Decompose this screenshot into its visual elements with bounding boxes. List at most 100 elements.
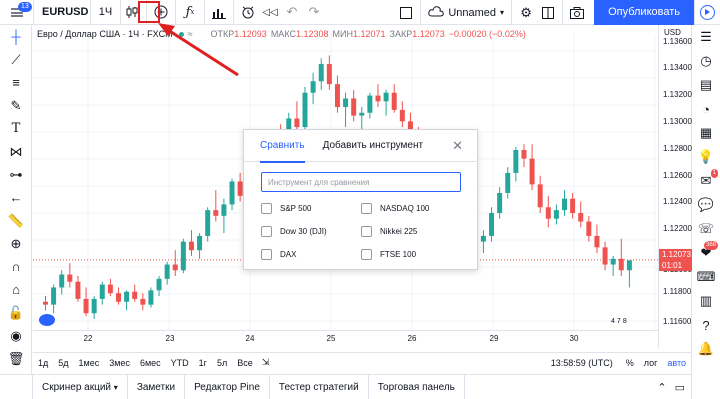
tab-notes[interactable]: Заметки — [128, 374, 186, 399]
compare-symbol-input[interactable] — [261, 172, 461, 192]
ruler-icon[interactable]: 📏 — [0, 209, 32, 232]
checkbox-dax[interactable]: DAX — [261, 249, 296, 260]
time-axis[interactable]: 22 23 24 25 26 29 30 — [33, 330, 658, 348]
prediction-icon[interactable]: ⊶ — [0, 163, 32, 186]
brush-icon[interactable]: ✎ — [0, 94, 32, 117]
checkbox[interactable] — [361, 203, 372, 214]
crosshair-icon[interactable]: ┼ — [0, 25, 32, 48]
range-1m[interactable]: 1мес — [74, 358, 105, 368]
collapse-panel-icon[interactable]: ⌃ — [657, 381, 666, 394]
toolbar-separator — [562, 0, 564, 25]
range-5y[interactable]: 5л — [212, 358, 232, 368]
back-arrow-icon[interactable]: ← — [0, 186, 32, 209]
financials-icon[interactable] — [208, 0, 230, 25]
candle-body — [172, 264, 178, 271]
chevron-down-icon: ▾ — [113, 382, 118, 392]
unlock-icon[interactable]: 🔓 — [0, 301, 32, 324]
pattern-icon[interactable]: ⋈ — [0, 140, 32, 163]
symbol-search-button[interactable]: EURUSD — [34, 0, 91, 25]
settings-gear-icon[interactable]: ⚙ — [515, 0, 537, 25]
help-icon[interactable]: ? — [692, 313, 720, 337]
top-toolbar: 13 EURUSD 1Ч ƒx ◁◁ ↶ ↷ Unnamed ▾ ⚙ Опубл… — [0, 0, 720, 25]
main-menu-button[interactable]: 13 — [0, 0, 34, 25]
auto-scale-toggle[interactable]: авто — [662, 358, 691, 368]
range-all[interactable]: Все — [232, 358, 258, 368]
checkbox[interactable] — [361, 226, 372, 237]
candle-body — [594, 235, 600, 248]
lightbulb-icon[interactable]: 💡 — [692, 145, 720, 169]
text-icon[interactable]: T — [0, 117, 32, 140]
checkbox[interactable] — [261, 249, 272, 260]
log-toggle[interactable]: лог — [639, 358, 663, 368]
hotlist-icon[interactable]: ◔ — [692, 97, 720, 121]
range-ytd[interactable]: YTD — [166, 358, 194, 368]
interval-button[interactable]: 1Ч — [91, 0, 121, 25]
eye-icon[interactable]: ◉ — [0, 324, 32, 347]
checkbox-nikkei225[interactable]: Nikkei 225 — [361, 226, 417, 237]
checkbox-ftse100[interactable]: FTSE 100 — [361, 249, 416, 260]
publish-button[interactable]: Опубликовать — [594, 0, 694, 25]
data-window-icon[interactable]: ▤ — [692, 73, 720, 97]
alerts-clock-icon[interactable]: ◷ — [692, 49, 720, 73]
tab-stock-screener[interactable]: Скринер акций ▾ — [32, 374, 128, 399]
wave-icon: ≈ — [187, 29, 193, 39]
candle-body — [205, 210, 211, 236]
range-1y[interactable]: 1г — [194, 358, 212, 368]
tab-strategy-tester[interactable]: Тестер стратегий — [270, 374, 369, 399]
tab-compare[interactable]: Сравнить — [260, 130, 305, 163]
range-6m[interactable]: 6мес — [135, 358, 166, 368]
percent-toggle[interactable]: % — [621, 358, 639, 368]
range-3m[interactable]: 3мес — [104, 358, 135, 368]
maximize-panel-icon[interactable]: ▭ — [675, 381, 685, 394]
indicator-badge-value: 7 — [616, 318, 621, 325]
zoom-in-icon[interactable]: ⊕ — [0, 232, 32, 255]
notifications-icon[interactable]: 🔔 — [692, 337, 720, 361]
chat-rooms-icon[interactable]: ☏ — [692, 217, 720, 241]
play-button[interactable] — [694, 0, 720, 25]
price-axis[interactable]: USD 1.13600 1.13400 1.13200 1.13000 1.12… — [658, 25, 692, 348]
alert-icon[interactable] — [237, 0, 259, 25]
range-1d[interactable]: 1д — [33, 358, 53, 368]
calendar-icon[interactable]: ▦ — [692, 121, 720, 145]
trendline-icon[interactable]: ⟋ — [0, 48, 32, 71]
undo-icon[interactable]: ↶ — [281, 0, 303, 25]
price-tick: 1.13600 — [663, 37, 692, 46]
candle-body — [343, 98, 349, 108]
indicator-badge[interactable]: 4 7 8 — [611, 318, 627, 325]
goto-date-icon[interactable]: ⇲ — [258, 357, 274, 368]
lock-drawings-icon[interactable]: ⌂ — [0, 278, 32, 301]
layout-name-button[interactable]: Unnamed ▾ — [424, 5, 508, 20]
legend-title[interactable]: Евро / Доллар США · 1Ч · FXCM — [37, 29, 173, 39]
fib-retracement-icon[interactable]: ≡ — [0, 71, 32, 94]
replay-icon[interactable]: ◁◁ — [259, 0, 281, 25]
checkbox[interactable] — [261, 203, 272, 214]
checkbox-sp500[interactable]: S&P 500 — [261, 203, 311, 214]
camera-icon[interactable] — [566, 0, 588, 25]
watchlist-icon[interactable]: ☰ — [692, 25, 720, 49]
dom-icon[interactable]: ▥ — [692, 289, 720, 313]
close-icon[interactable]: ✕ — [452, 138, 463, 154]
tab-add-symbol[interactable]: Добавить инструмент — [323, 130, 424, 162]
checkbox-nasdaq100[interactable]: NASDAQ 100 — [361, 203, 429, 214]
tradingview-logo-icon[interactable] — [39, 314, 55, 326]
candle-body — [489, 212, 495, 236]
checkbox-dow30[interactable]: Dow 30 (DJI) — [261, 226, 327, 237]
tab-pine-editor[interactable]: Редактор Pine — [185, 374, 270, 399]
trash-icon[interactable]: 🗑 — [0, 347, 32, 370]
order-panel-icon[interactable]: ⌨ — [692, 265, 720, 289]
layout-grid-icon[interactable] — [537, 0, 559, 25]
checkbox[interactable] — [261, 226, 272, 237]
range-5d[interactable]: 5д — [53, 358, 73, 368]
indicators-icon[interactable]: ƒx — [179, 0, 201, 25]
redo-icon[interactable]: ↷ — [303, 0, 325, 25]
bottom-panel-tabs: Скринер акций ▾ Заметки Редактор Pine Те… — [0, 374, 691, 399]
ideas-stream-icon[interactable]: ✉ 1 — [692, 169, 720, 193]
chat-icon[interactable]: 💬 — [692, 193, 720, 217]
candle-body — [383, 92, 389, 102]
streams-icon[interactable]: ❤ 368 — [692, 241, 720, 265]
tab-trading-panel[interactable]: Торговая панель — [369, 374, 465, 399]
clock-timezone[interactable]: 13:58:59 (UTC) — [551, 358, 621, 368]
fullscreen-icon[interactable] — [395, 0, 417, 25]
magnet-icon[interactable]: ∩ — [0, 255, 32, 278]
checkbox[interactable] — [361, 249, 372, 260]
